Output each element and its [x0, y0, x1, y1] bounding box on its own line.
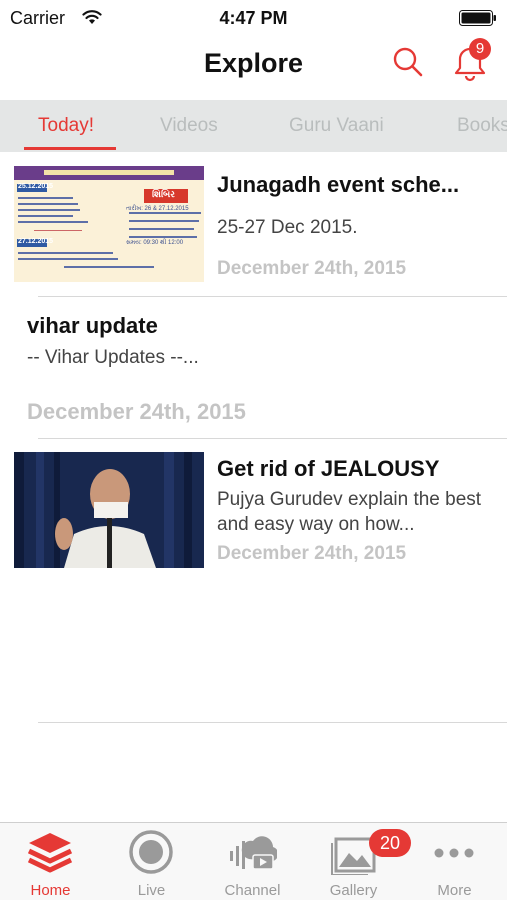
battery-icon	[459, 10, 496, 26]
flyer-date-2: 27.12.2015	[18, 238, 54, 245]
tab-guru-vaani[interactable]: Guru Vaani	[289, 115, 384, 137]
page-title: Explore	[203, 48, 304, 78]
notification-badge: 9	[469, 38, 491, 60]
more-icon	[434, 848, 474, 858]
tabbar-label: More	[437, 882, 472, 899]
tab-videos[interactable]: Videos	[160, 115, 218, 137]
feed-item-date: December 24th, 2015	[217, 258, 407, 279]
tabbar-label: Live	[137, 882, 166, 899]
feed-item-title: Get rid of JEALOUSY	[217, 456, 440, 481]
layers-icon	[27, 833, 73, 873]
tabbar-home[interactable]: Home	[0, 823, 101, 900]
search-icon	[393, 47, 423, 77]
tab-bar: Home Live Channel 20 Gallery More	[0, 822, 507, 900]
tabbar-live[interactable]: Live	[101, 823, 202, 900]
feed-item-title: Junagadh event sche...	[217, 172, 460, 197]
nav-bar: Explore 9	[0, 36, 507, 100]
tabbar-label: Channel	[224, 882, 281, 899]
tab-books[interactable]: Books	[457, 115, 507, 137]
active-tab-indicator	[24, 147, 116, 150]
category-tabs: Today! Videos Guru Vaani Books	[0, 100, 507, 152]
divider	[38, 722, 507, 723]
tab-today[interactable]: Today!	[38, 115, 94, 137]
search-button[interactable]	[390, 44, 426, 80]
feed-item-event[interactable]: 25.12.2015 27.12.2015 શિબિર તારીખ: 26 & …	[0, 152, 507, 298]
status-time: 4:47 PM	[219, 8, 288, 28]
notifications-button[interactable]: 9	[447, 38, 493, 84]
tabbar-label: Gallery	[329, 882, 378, 899]
tabbar-more[interactable]: More	[404, 823, 505, 900]
feed-item-description: Pujya Gurudev explain the best and easy …	[217, 489, 482, 535]
feed-item-date: December 24th, 2015	[217, 543, 407, 564]
live-icon	[129, 830, 173, 874]
flyer-time-text: સમય: 09:30 થી 12:00	[126, 240, 184, 246]
flyer-dates-text: તારીખ: 26 & 27.12.2015	[126, 206, 189, 212]
tabbar-label: Home	[30, 882, 71, 899]
feed-item-vihar[interactable]: vihar update -- Vihar Updates --... Dece…	[0, 297, 507, 438]
tabbar-channel[interactable]: Channel	[202, 823, 303, 900]
video-frame-image	[14, 452, 204, 568]
feed-item-description: -- Vihar Updates --...	[27, 347, 199, 368]
flyer-date-1: 25.12.2015	[18, 183, 54, 190]
feed-item-description: 25-27 Dec 2015.	[217, 217, 358, 238]
feed-item-date: December 24th, 2015	[27, 399, 246, 424]
status-bar: Carrier 4:47 PM	[0, 0, 507, 36]
feed-item-video[interactable]: Get rid of JEALOUSY Pujya Gurudev explai…	[0, 439, 507, 579]
flyer-stamp: શિબિર	[152, 189, 175, 199]
tabbar-gallery[interactable]: 20 Gallery	[303, 823, 411, 900]
feed-item-title: vihar update	[27, 313, 158, 338]
event-flyer-thumbnail: 25.12.2015 27.12.2015 શિબિર તારીખ: 26 & …	[14, 166, 204, 282]
video-thumbnail	[14, 452, 204, 568]
channel-icon	[230, 836, 277, 870]
